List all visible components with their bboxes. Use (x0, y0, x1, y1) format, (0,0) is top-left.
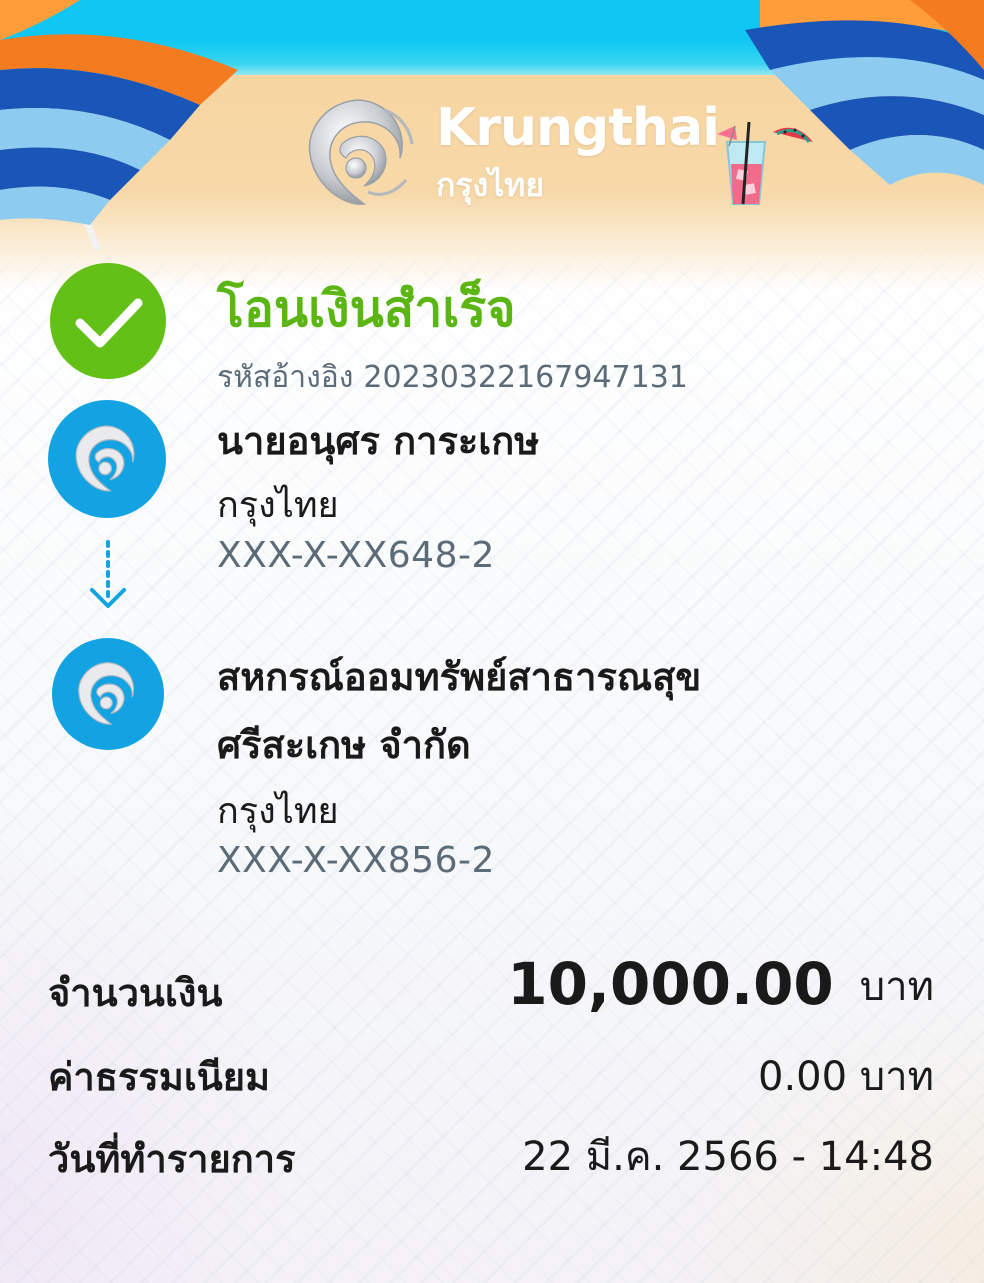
reference-value: 20230322167947131 (363, 360, 688, 395)
krungthai-logo-icon (308, 99, 414, 205)
beach-umbrella-icon (0, 0, 238, 250)
date-value: 22 มี.ค. 2566 - 14:48 (522, 1134, 934, 1180)
fee-value: 0.00 บาท (758, 1054, 934, 1100)
status-title: โอนเงินสำเร็จ (217, 280, 516, 338)
receiver-name-line2: ศรีสะเกษ จำกัด (217, 723, 471, 767)
receiver-account: XXX-X-XX856-2 (217, 840, 495, 881)
receiver-bank-logo (52, 638, 164, 750)
cocktail-drink-icon (717, 121, 813, 205)
fee-label: ค่าธรรมเนียม (48, 1055, 271, 1099)
receiver-name-line1: สหกรณ์ออมทรัพย์สาธารณสุข (217, 655, 702, 699)
sender-name: นายอนุศร การะเกษ (217, 419, 540, 463)
brand-name-en: Krungthai (436, 98, 720, 158)
krungthai-brand: Krungthai กรุงไทย (298, 92, 720, 217)
sender-bank: กรุงไทย (217, 485, 339, 526)
amount-label: จำนวนเงิน (48, 971, 223, 1015)
krungthai-logo-icon (78, 662, 134, 725)
sender-bank-logo (48, 400, 166, 518)
reference-label: รหัสอ้างอิง (217, 360, 354, 395)
check-icon (50, 263, 166, 379)
reference-number: รหัสอ้างอิง 20230322167947131 (217, 354, 698, 401)
beach-header: Krungthai กรุงไทย (0, 0, 984, 290)
krungthai-logo-icon (75, 425, 135, 492)
amount-unit: บาท (859, 964, 934, 1010)
date-label: วันที่ทำรายการ (48, 1137, 296, 1181)
sender-account: XXX-X-XX648-2 (217, 535, 495, 576)
amount-number: 10,000.00 (507, 950, 834, 1018)
receiver-bank: กรุงไทย (217, 791, 339, 832)
transfer-arrow-icon (90, 540, 126, 608)
amount-value: 10,000.00 บาท (507, 950, 934, 1018)
brand-name-th: กรุงไทย (436, 166, 545, 204)
